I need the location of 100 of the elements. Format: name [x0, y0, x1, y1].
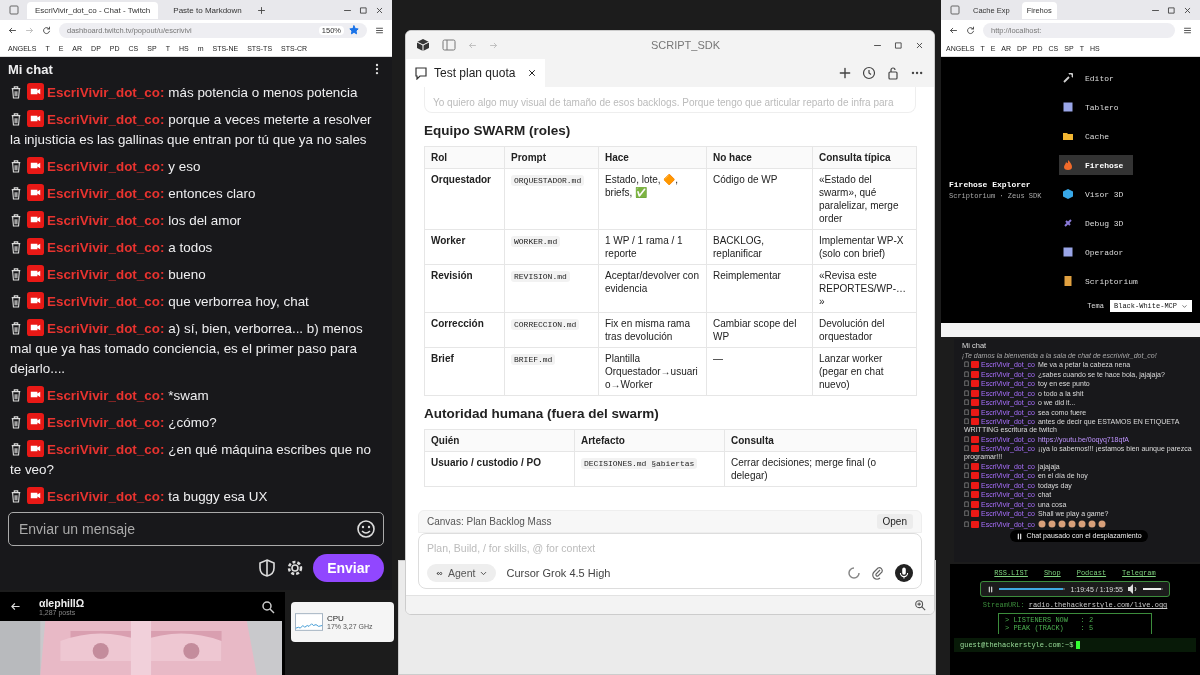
table-cell: «Estado del swarm», qué paralelizar, merge order — [812, 168, 917, 230]
maximize-icon[interactable] — [894, 40, 903, 50]
chat-message: EscriVivir_dot_co: los del amor — [10, 211, 382, 231]
folder-icon — [1063, 131, 1073, 141]
cpu-graph — [295, 612, 323, 632]
star-icon[interactable] — [349, 25, 359, 35]
camera-badge-icon — [27, 157, 44, 174]
attach-icon[interactable] — [871, 566, 885, 580]
close-icon[interactable] — [915, 40, 924, 50]
column-header: Rol — [424, 146, 505, 169]
cpu-label: CPU — [327, 614, 345, 623]
nav-item[interactable]: Scriptorium — [1059, 271, 1142, 291]
maximize-icon[interactable] — [1167, 5, 1176, 15]
tab-list-icon[interactable] — [8, 4, 20, 16]
nav-item[interactable]: Firehose — [1059, 155, 1133, 175]
user-message: Yo quiero algo muy visual de tamaño de esos backlogs. Porque tengo que articular reparto de infra para — [424, 87, 916, 113]
back-icon[interactable] — [10, 601, 21, 612]
open-button[interactable]: Open — [876, 514, 913, 529]
reload-icon[interactable] — [966, 25, 975, 35]
column-header: No hace — [706, 146, 813, 169]
menu-icon[interactable] — [375, 25, 384, 35]
file-name: CORRECCION.md — [511, 319, 580, 330]
chat-message: EscriVivir_dot_co: *swam — [10, 386, 382, 406]
canvas-label: Canvas: Plan Backlog Mass — [427, 516, 552, 527]
chat-message: EscriVivir_dot_co: porque a veces meterte a resolver la injusticia es las gallinas que entran por tú que ya no sales — [10, 110, 373, 149]
chat-message: EscriVivir_dot_co: ta buggy esa UX — [10, 487, 382, 507]
nav-item[interactable]: Tablero — [1059, 97, 1133, 117]
emote-row-icon — [1036, 519, 1107, 528]
caret-icon — [1181, 302, 1188, 310]
agent-dropdown[interactable]: Agent — [427, 564, 497, 582]
microphone-icon[interactable] — [895, 564, 913, 582]
scroll-icon — [1063, 276, 1073, 286]
message-field[interactable]: Enviar un mensaje — [8, 512, 384, 546]
chat-tab[interactable]: Test plan quota — [406, 59, 546, 87]
wrench-icon — [1063, 73, 1073, 83]
emoji-icon[interactable] — [356, 519, 376, 539]
search-icon[interactable] — [261, 599, 275, 614]
tab-list-icon[interactable] — [949, 4, 961, 16]
close-icon[interactable] — [375, 5, 384, 15]
file-name: DECISIONES.md §abiertas — [581, 458, 698, 469]
table-cell: Lanzar worker (pegar en chat nuevo) — [812, 347, 917, 396]
chat-message: EscriVivir_dot_co: ¿en qué máquina escribes que no te veo? — [10, 440, 372, 479]
chat-title: Mi chat — [8, 61, 53, 77]
nav-item[interactable]: Debug 3D — [1059, 213, 1133, 233]
grid-icon — [1063, 247, 1073, 257]
nav-item[interactable]: Visor 3D — [1059, 184, 1133, 204]
chat-bubble-icon — [414, 66, 428, 80]
volume-icon[interactable] — [1128, 584, 1138, 594]
send-button[interactable]: Enviar — [313, 554, 384, 582]
pause-icon — [1016, 532, 1024, 540]
plus-icon[interactable] — [256, 5, 266, 15]
clock-icon[interactable] — [862, 66, 876, 80]
table-cell: Reimplementar — [706, 264, 813, 313]
prompt-box[interactable]: Plan, Build, / for skills, @ for context Agent Cursor Grok 4.5 High — [418, 533, 922, 589]
flame-icon — [1063, 160, 1073, 170]
reload-icon[interactable] — [42, 25, 51, 35]
chat-message: EscriVivir_dot_co: ¿cómo? — [10, 413, 382, 433]
column-header: Hace — [598, 146, 707, 169]
menu-icon[interactable] — [1183, 25, 1192, 35]
zoom-icon[interactable] — [914, 599, 926, 611]
column-header: Quién — [424, 429, 575, 452]
column-header: Artefacto — [574, 429, 725, 452]
table-cell: Código de WP — [706, 168, 813, 230]
chat-message: EscriVivir_dot_co: entonces claro — [10, 184, 382, 204]
nav-item[interactable]: Editor — [1059, 68, 1133, 88]
table-cell: Aceptar/devolver con evidencia — [598, 264, 707, 313]
nav-item[interactable]: Operador — [1059, 242, 1133, 262]
table-cell: Plantilla Orquestador→usuario→Worker — [598, 347, 707, 396]
table-cell: Fix en misma rama tras devolución — [598, 312, 707, 348]
nav-item[interactable]: Cache — [1059, 126, 1133, 146]
plus-icon[interactable] — [838, 66, 852, 80]
spinner-icon — [847, 566, 861, 580]
pause-icon[interactable] — [987, 585, 994, 593]
camera-badge-icon — [27, 265, 44, 282]
file-name: REVISION.md — [511, 271, 570, 282]
lock-icon[interactable] — [886, 66, 900, 80]
sidebar-icon[interactable] — [442, 38, 456, 52]
column-header: Consulta típica — [812, 146, 917, 169]
profile-name: αlephillΩ — [39, 597, 86, 609]
column-header: Prompt — [504, 146, 599, 169]
shield-icon[interactable] — [257, 558, 278, 578]
table-cell: Usuario / custodio / PO — [424, 451, 575, 487]
camera-badge-icon — [27, 413, 44, 430]
back-icon[interactable] — [949, 25, 958, 35]
table-cell: Devolución del orquestador — [812, 312, 917, 348]
camera-badge-icon — [27, 440, 44, 457]
browser-tab[interactable]: EscriVivir_dot_co - Chat - Twitch — [27, 1, 159, 19]
table-cell: Brief — [424, 347, 505, 396]
camera-badge-icon — [27, 83, 44, 100]
back-icon[interactable] — [8, 25, 17, 35]
close-icon[interactable] — [527, 68, 538, 78]
table-cell: Corrección — [424, 312, 505, 348]
model-selector[interactable]: Cursor Grok 4.5 High — [506, 567, 611, 579]
file-name: ORQUESTADOR.md — [511, 175, 585, 186]
chat-message: EscriVivir_dot_co: más potencia o menos potencia — [10, 83, 382, 103]
window-title: SCRIPT_SDK — [649, 39, 722, 51]
close-icon[interactable] — [1183, 5, 1192, 15]
chat-message: EscriVivir_dot_co: y eso — [10, 157, 382, 177]
browser-tab[interactable]: Paste to Markdown — [165, 1, 250, 19]
maximize-icon[interactable] — [359, 5, 368, 15]
